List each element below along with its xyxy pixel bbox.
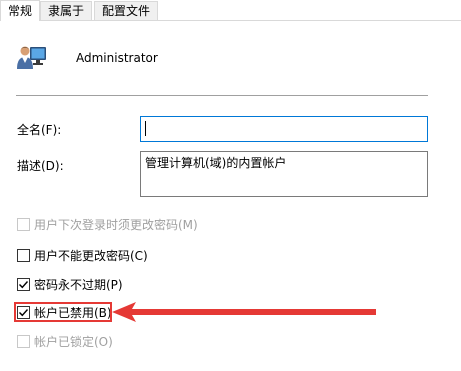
annotation-arrow-icon xyxy=(112,302,376,322)
tab-member-of[interactable]: 隶属于 xyxy=(40,1,93,20)
checkbox-password-never-expires[interactable]: 密码永不过期(P) xyxy=(17,276,123,292)
text-caret xyxy=(145,121,146,136)
description-field[interactable]: 管理计算机(域)的内置帐户 xyxy=(140,151,428,197)
description-value: 管理计算机(域)的内置帐户 xyxy=(145,156,287,170)
checkbox-box xyxy=(17,334,30,348)
user-name: Administrator xyxy=(76,51,158,65)
checkbox-box[interactable] xyxy=(17,248,30,262)
checkbox-cannot-change-password[interactable]: 用户不能更改密码(C) xyxy=(17,247,148,263)
checkbox-label: 帐户已锁定(O) xyxy=(34,334,113,349)
checkbox-must-change-password: 用户下次登录时须更改密码(M) xyxy=(17,216,198,232)
checkbox-label: 密码永不过期(P) xyxy=(34,277,123,292)
fullname-field[interactable] xyxy=(140,116,428,142)
user-monitor-icon xyxy=(16,41,48,73)
checkbox-box[interactable] xyxy=(17,277,30,291)
user-properties-window: 常规 隶属于 配置文件 Administrator 全名(F): 描述(D): … xyxy=(0,0,461,371)
description-label: 描述(D): xyxy=(17,159,64,173)
annotation-highlight-box xyxy=(14,302,112,322)
checkbox-label: 用户不能更改密码(C) xyxy=(34,248,148,263)
checkmark-icon xyxy=(19,280,29,288)
checkbox-label: 用户下次登录时须更改密码(M) xyxy=(34,217,198,232)
tab-divider xyxy=(0,20,461,21)
checkbox-account-locked: 帐户已锁定(O) xyxy=(17,333,113,349)
fullname-label: 全名(F): xyxy=(17,123,62,137)
tab-bar: 常规 隶属于 配置文件 xyxy=(0,0,461,21)
checkbox-box xyxy=(17,217,30,231)
header-separator xyxy=(16,95,428,96)
tab-profile[interactable]: 配置文件 xyxy=(94,1,159,20)
tab-general[interactable]: 常规 xyxy=(0,0,41,21)
